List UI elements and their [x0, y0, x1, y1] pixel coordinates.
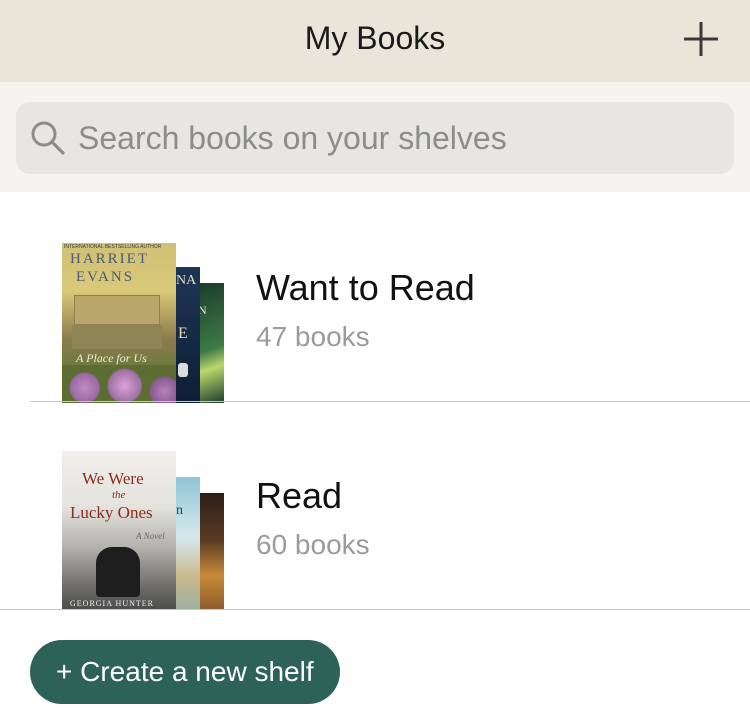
cover-tagline: A Novel	[136, 531, 165, 541]
cover-title-line: EVANS	[76, 269, 135, 285]
cover-title-line: Lucky Ones	[70, 503, 153, 522]
cover-title-line: HARRIET	[70, 251, 149, 267]
shelf-name: Want to Read	[256, 267, 475, 308]
plus-icon[interactable]	[682, 20, 720, 58]
search-placeholder: Search books on your shelves	[78, 120, 507, 156]
cover-title-line: the	[112, 489, 126, 501]
book-cover: INTERNATIONAL BESTSELLING AUTHOR HARRIET…	[62, 243, 176, 403]
cover-text: n	[176, 503, 183, 518]
shelf-count: 47 books	[256, 321, 370, 352]
book-cover: N	[196, 283, 224, 403]
book-cover	[196, 493, 224, 611]
shelf-want-to-read[interactable]: N NA E INTERNATIONAL BESTSELLING AUTHOR …	[0, 194, 750, 403]
book-cover: n	[174, 477, 200, 611]
book-cover: We Were the Lucky Ones A Novel GEORGIA H…	[62, 451, 176, 611]
cover-author: GEORGIA HUNTER	[70, 599, 154, 608]
shelf-read[interactable]: n We Were the Lucky Ones A Novel GEORGIA…	[0, 402, 750, 611]
create-shelf-button[interactable]: + Create a new shelf	[30, 640, 340, 704]
page-title: My Books	[304, 20, 446, 56]
shelf-covers: n We Were the Lucky Ones A Novel GEORGIA…	[62, 449, 232, 611]
top-bar: My Books	[0, 0, 750, 82]
search-icon	[31, 121, 65, 155]
cover-text: E	[178, 325, 188, 342]
cover-subtitle: A Place for Us	[76, 351, 147, 365]
shelf-covers: N NA E INTERNATIONAL BESTSELLING AUTHOR …	[62, 241, 232, 403]
cover-text: NA	[176, 273, 197, 288]
cover-top-text: INTERNATIONAL BESTSELLING AUTHOR	[64, 244, 162, 250]
search-input[interactable]: Search books on your shelves	[16, 102, 734, 174]
cover-title-line: We Were	[82, 469, 144, 488]
shelf-name: Read	[256, 475, 343, 516]
shelf-count: 60 books	[256, 529, 370, 560]
book-cover: NA E	[174, 267, 200, 403]
search-area: Search books on your shelves	[0, 82, 750, 192]
bottom-bar: + Create a new shelf	[0, 610, 750, 724]
